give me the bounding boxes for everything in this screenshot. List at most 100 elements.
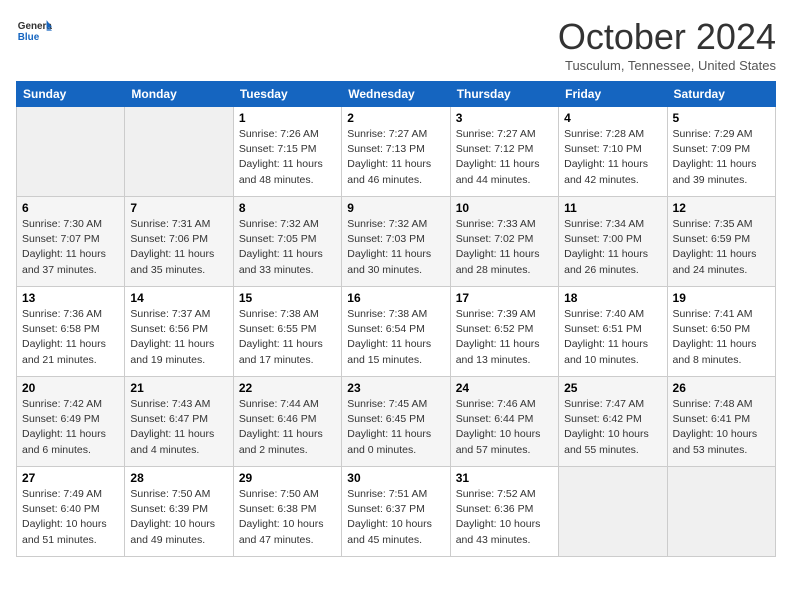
day-number: 4 (564, 111, 661, 125)
day-cell-18: 18 Sunrise: 7:40 AMSunset: 6:51 PMDayligh… (559, 287, 667, 377)
logo-icon: General Blue (16, 16, 52, 44)
empty-cell (17, 107, 125, 197)
day-info: Sunrise: 7:40 AMSunset: 6:51 PMDaylight:… (564, 307, 661, 368)
day-info: Sunrise: 7:31 AMSunset: 7:06 PMDaylight:… (130, 217, 227, 278)
header-saturday: Saturday (667, 82, 775, 107)
days-header-row: SundayMondayTuesdayWednesdayThursdayFrid… (17, 82, 776, 107)
svg-text:Blue: Blue (18, 32, 40, 43)
day-info: Sunrise: 7:38 AMSunset: 6:55 PMDaylight:… (239, 307, 336, 368)
day-number: 2 (347, 111, 444, 125)
day-cell-14: 14Sunrise: 7:37 AMSunset: 6:56 PMDayligh… (125, 287, 233, 377)
title-block: October 2024 Tusculum, Tennessee, United… (558, 16, 776, 73)
header-tuesday: Tuesday (233, 82, 341, 107)
header-sunday: Sunday (17, 82, 125, 107)
day-cell-1: 1 Sunrise: 7:26 AMSunset: 7:15 PMDaylight… (233, 107, 341, 197)
week-row: 1 Sunrise: 7:26 AMSunset: 7:15 PMDaylight… (17, 107, 776, 197)
day-number: 5 (673, 111, 770, 125)
day-cell-11: 11 Sunrise: 7:34 AMSunset: 7:00 PMDayligh… (559, 197, 667, 287)
day-number: 14 (130, 291, 227, 305)
week-row: 13Sunrise: 7:36 AMSunset: 6:58 PMDayligh… (17, 287, 776, 377)
day-number: 13 (22, 291, 119, 305)
header-thursday: Thursday (450, 82, 558, 107)
day-info: Sunrise: 7:42 AMSunset: 6:49 PMDaylight:… (22, 397, 119, 458)
header-wednesday: Wednesday (342, 82, 450, 107)
day-cell-27: 27Sunrise: 7:49 AMSunset: 6:40 PMDayligh… (17, 467, 125, 557)
day-cell-29: 29Sunrise: 7:50 AMSunset: 6:38 PMDayligh… (233, 467, 341, 557)
day-info: Sunrise: 7:30 AMSunset: 7:07 PMDaylight:… (22, 217, 119, 278)
day-number: 23 (347, 381, 444, 395)
day-cell-6: 6 Sunrise: 7:30 AMSunset: 7:07 PMDaylight… (17, 197, 125, 287)
day-cell-23: 23 Sunrise: 7:45 AMSunset: 6:45 PMDayligh… (342, 377, 450, 467)
day-cell-10: 10 Sunrise: 7:33 AMSunset: 7:02 PMDayligh… (450, 197, 558, 287)
day-number: 27 (22, 471, 119, 485)
day-cell-20: 20 Sunrise: 7:42 AMSunset: 6:49 PMDayligh… (17, 377, 125, 467)
day-cell-16: 16 Sunrise: 7:38 AMSunset: 6:54 PMDayligh… (342, 287, 450, 377)
day-cell-4: 4 Sunrise: 7:28 AMSunset: 7:10 PMDaylight… (559, 107, 667, 197)
day-info: Sunrise: 7:35 AMSunset: 6:59 PMDaylight:… (673, 217, 770, 278)
day-number: 17 (456, 291, 553, 305)
day-info: Sunrise: 7:27 AMSunset: 7:12 PMDaylight:… (456, 127, 553, 188)
day-cell-31: 31 Sunrise: 7:52 AMSunset: 6:36 PMDayligh… (450, 467, 558, 557)
day-info: Sunrise: 7:51 AMSunset: 6:37 PMDaylight:… (347, 487, 444, 548)
header-friday: Friday (559, 82, 667, 107)
day-cell-5: 5 Sunrise: 7:29 AMSunset: 7:09 PMDaylight… (667, 107, 775, 197)
location: Tusculum, Tennessee, United States (558, 58, 776, 73)
day-number: 7 (130, 201, 227, 215)
day-info: Sunrise: 7:33 AMSunset: 7:02 PMDaylight:… (456, 217, 553, 278)
logo: General Blue (16, 16, 52, 44)
day-info: Sunrise: 7:29 AMSunset: 7:09 PMDaylight:… (673, 127, 770, 188)
day-number: 31 (456, 471, 553, 485)
month-title: October 2024 (558, 16, 776, 58)
day-number: 6 (22, 201, 119, 215)
week-row: 27Sunrise: 7:49 AMSunset: 6:40 PMDayligh… (17, 467, 776, 557)
day-info: Sunrise: 7:47 AMSunset: 6:42 PMDaylight:… (564, 397, 661, 458)
day-info: Sunrise: 7:43 AMSunset: 6:47 PMDaylight:… (130, 397, 227, 458)
header-monday: Monday (125, 82, 233, 107)
day-info: Sunrise: 7:39 AMSunset: 6:52 PMDaylight:… (456, 307, 553, 368)
day-number: 8 (239, 201, 336, 215)
day-number: 19 (673, 291, 770, 305)
day-info: Sunrise: 7:38 AMSunset: 6:54 PMDaylight:… (347, 307, 444, 368)
day-cell-9: 9Sunrise: 7:32 AMSunset: 7:03 PMDaylight… (342, 197, 450, 287)
day-info: Sunrise: 7:50 AMSunset: 6:39 PMDaylight:… (130, 487, 227, 548)
day-number: 9 (347, 201, 444, 215)
day-cell-22: 22Sunrise: 7:44 AMSunset: 6:46 PMDayligh… (233, 377, 341, 467)
day-info: Sunrise: 7:44 AMSunset: 6:46 PMDaylight:… (239, 397, 336, 458)
day-info: Sunrise: 7:26 AMSunset: 7:15 PMDaylight:… (239, 127, 336, 188)
week-row: 20 Sunrise: 7:42 AMSunset: 6:49 PMDayligh… (17, 377, 776, 467)
day-cell-25: 25 Sunrise: 7:47 AMSunset: 6:42 PMDayligh… (559, 377, 667, 467)
day-number: 3 (456, 111, 553, 125)
day-number: 18 (564, 291, 661, 305)
day-number: 12 (673, 201, 770, 215)
day-number: 26 (673, 381, 770, 395)
day-cell-15: 15 Sunrise: 7:38 AMSunset: 6:55 PMDayligh… (233, 287, 341, 377)
page-header: General Blue October 2024 Tusculum, Tenn… (16, 16, 776, 73)
day-number: 20 (22, 381, 119, 395)
day-number: 11 (564, 201, 661, 215)
empty-cell (667, 467, 775, 557)
day-info: Sunrise: 7:28 AMSunset: 7:10 PMDaylight:… (564, 127, 661, 188)
day-info: Sunrise: 7:45 AMSunset: 6:45 PMDaylight:… (347, 397, 444, 458)
day-cell-2: 2 Sunrise: 7:27 AMSunset: 7:13 PMDaylight… (342, 107, 450, 197)
day-cell-12: 12 Sunrise: 7:35 AMSunset: 6:59 PMDayligh… (667, 197, 775, 287)
day-cell-28: 28 Sunrise: 7:50 AMSunset: 6:39 PMDayligh… (125, 467, 233, 557)
day-number: 16 (347, 291, 444, 305)
day-number: 10 (456, 201, 553, 215)
day-info: Sunrise: 7:27 AMSunset: 7:13 PMDaylight:… (347, 127, 444, 188)
day-number: 15 (239, 291, 336, 305)
day-number: 25 (564, 381, 661, 395)
day-number: 28 (130, 471, 227, 485)
day-number: 1 (239, 111, 336, 125)
day-cell-24: 24 Sunrise: 7:46 AMSunset: 6:44 PMDayligh… (450, 377, 558, 467)
empty-cell (125, 107, 233, 197)
day-cell-30: 30Sunrise: 7:51 AMSunset: 6:37 PMDayligh… (342, 467, 450, 557)
day-info: Sunrise: 7:48 AMSunset: 6:41 PMDaylight:… (673, 397, 770, 458)
day-number: 24 (456, 381, 553, 395)
calendar-table: SundayMondayTuesdayWednesdayThursdayFrid… (16, 81, 776, 557)
day-info: Sunrise: 7:41 AMSunset: 6:50 PMDaylight:… (673, 307, 770, 368)
day-info: Sunrise: 7:50 AMSunset: 6:38 PMDaylight:… (239, 487, 336, 548)
empty-cell (559, 467, 667, 557)
day-info: Sunrise: 7:46 AMSunset: 6:44 PMDaylight:… (456, 397, 553, 458)
day-info: Sunrise: 7:52 AMSunset: 6:36 PMDaylight:… (456, 487, 553, 548)
day-info: Sunrise: 7:34 AMSunset: 7:00 PMDaylight:… (564, 217, 661, 278)
